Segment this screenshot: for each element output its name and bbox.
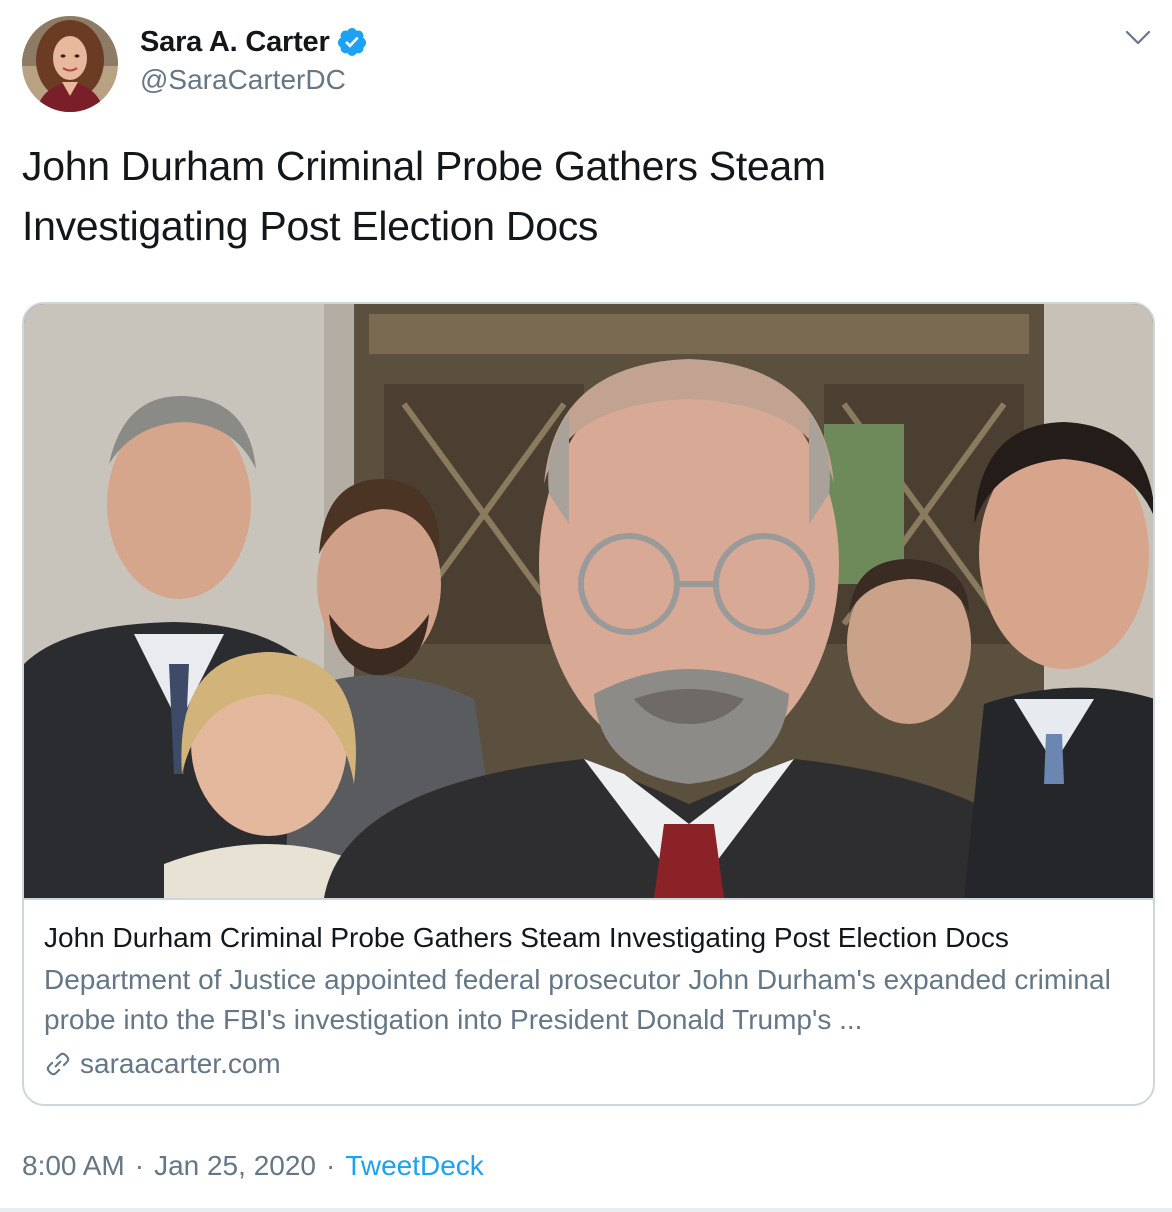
tweet-date[interactable]: Jan 25, 2020 — [154, 1150, 316, 1182]
link-card[interactable]: John Durham Criminal Probe Gathers Steam… — [22, 302, 1155, 1106]
author-handle[interactable]: @SaraCarterDC — [140, 64, 368, 96]
card-title[interactable]: John Durham Criminal Probe Gathers Steam… — [44, 920, 1133, 956]
tweet-meta: 8:00 AM · Jan 25, 2020 · TweetDeck — [22, 1150, 484, 1182]
link-icon — [46, 1052, 70, 1076]
tweet-text-line-1: John Durham Criminal Probe Gathers Steam — [22, 143, 826, 189]
tweet-time[interactable]: 8:00 AM — [22, 1150, 125, 1182]
tweet: Sara A. Carter @SaraCarterDC John Durham… — [0, 0, 1172, 1212]
tweet-source-link[interactable]: TweetDeck — [345, 1150, 484, 1182]
chevron-down-icon[interactable] — [1124, 28, 1152, 48]
card-image[interactable] — [24, 304, 1153, 898]
card-body[interactable]: John Durham Criminal Probe Gathers Steam… — [24, 898, 1153, 1082]
verified-badge-icon — [337, 28, 366, 56]
tweet-author[interactable]: Sara A. Carter @SaraCarterDC — [140, 24, 368, 96]
divider — [0, 1208, 1172, 1212]
author-name-row: Sara A. Carter — [140, 24, 368, 60]
card-domain-text[interactable]: saraacarter.com — [80, 1046, 281, 1082]
card-description: Department of Justice appointed federal … — [44, 964, 1111, 1035]
tweet-text: John Durham Criminal Probe Gathers Steam… — [22, 136, 1122, 256]
meta-separator: · — [325, 1150, 336, 1181]
author-display-name[interactable]: Sara A. Carter — [140, 26, 330, 59]
card-domain[interactable]: saraacarter.com — [44, 1046, 1133, 1082]
tweet-text-line-2: Investigating Post Election Docs — [22, 203, 599, 249]
meta-separator: · — [134, 1150, 145, 1181]
avatar[interactable] — [22, 16, 118, 112]
